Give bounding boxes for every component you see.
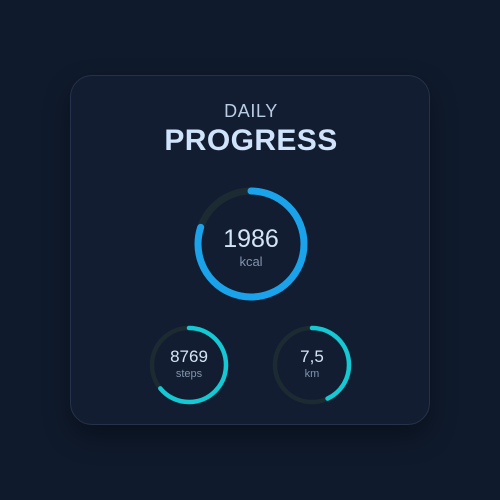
card-subtitle: DAILY	[224, 101, 278, 121]
steps-value: 8769	[170, 347, 208, 366]
card-title: PROGRESS	[164, 124, 338, 157]
distance-value: 7,5	[300, 347, 324, 366]
steps-ring: 8769 steps	[148, 324, 230, 406]
screen-background: DAILY PROGRESS 1986 kcal 8769 steps 7,5	[0, 0, 500, 500]
calories-unit: kcal	[239, 254, 263, 269]
steps-unit: steps	[175, 368, 203, 380]
distance-unit: km	[304, 368, 320, 380]
distance-ring: 7,5 km	[271, 324, 353, 406]
calories-ring: 1986 kcal	[192, 185, 310, 303]
calories-value: 1986	[223, 225, 279, 253]
daily-progress-card: DAILY PROGRESS 1986 kcal 8769 steps 7,5	[70, 75, 430, 425]
